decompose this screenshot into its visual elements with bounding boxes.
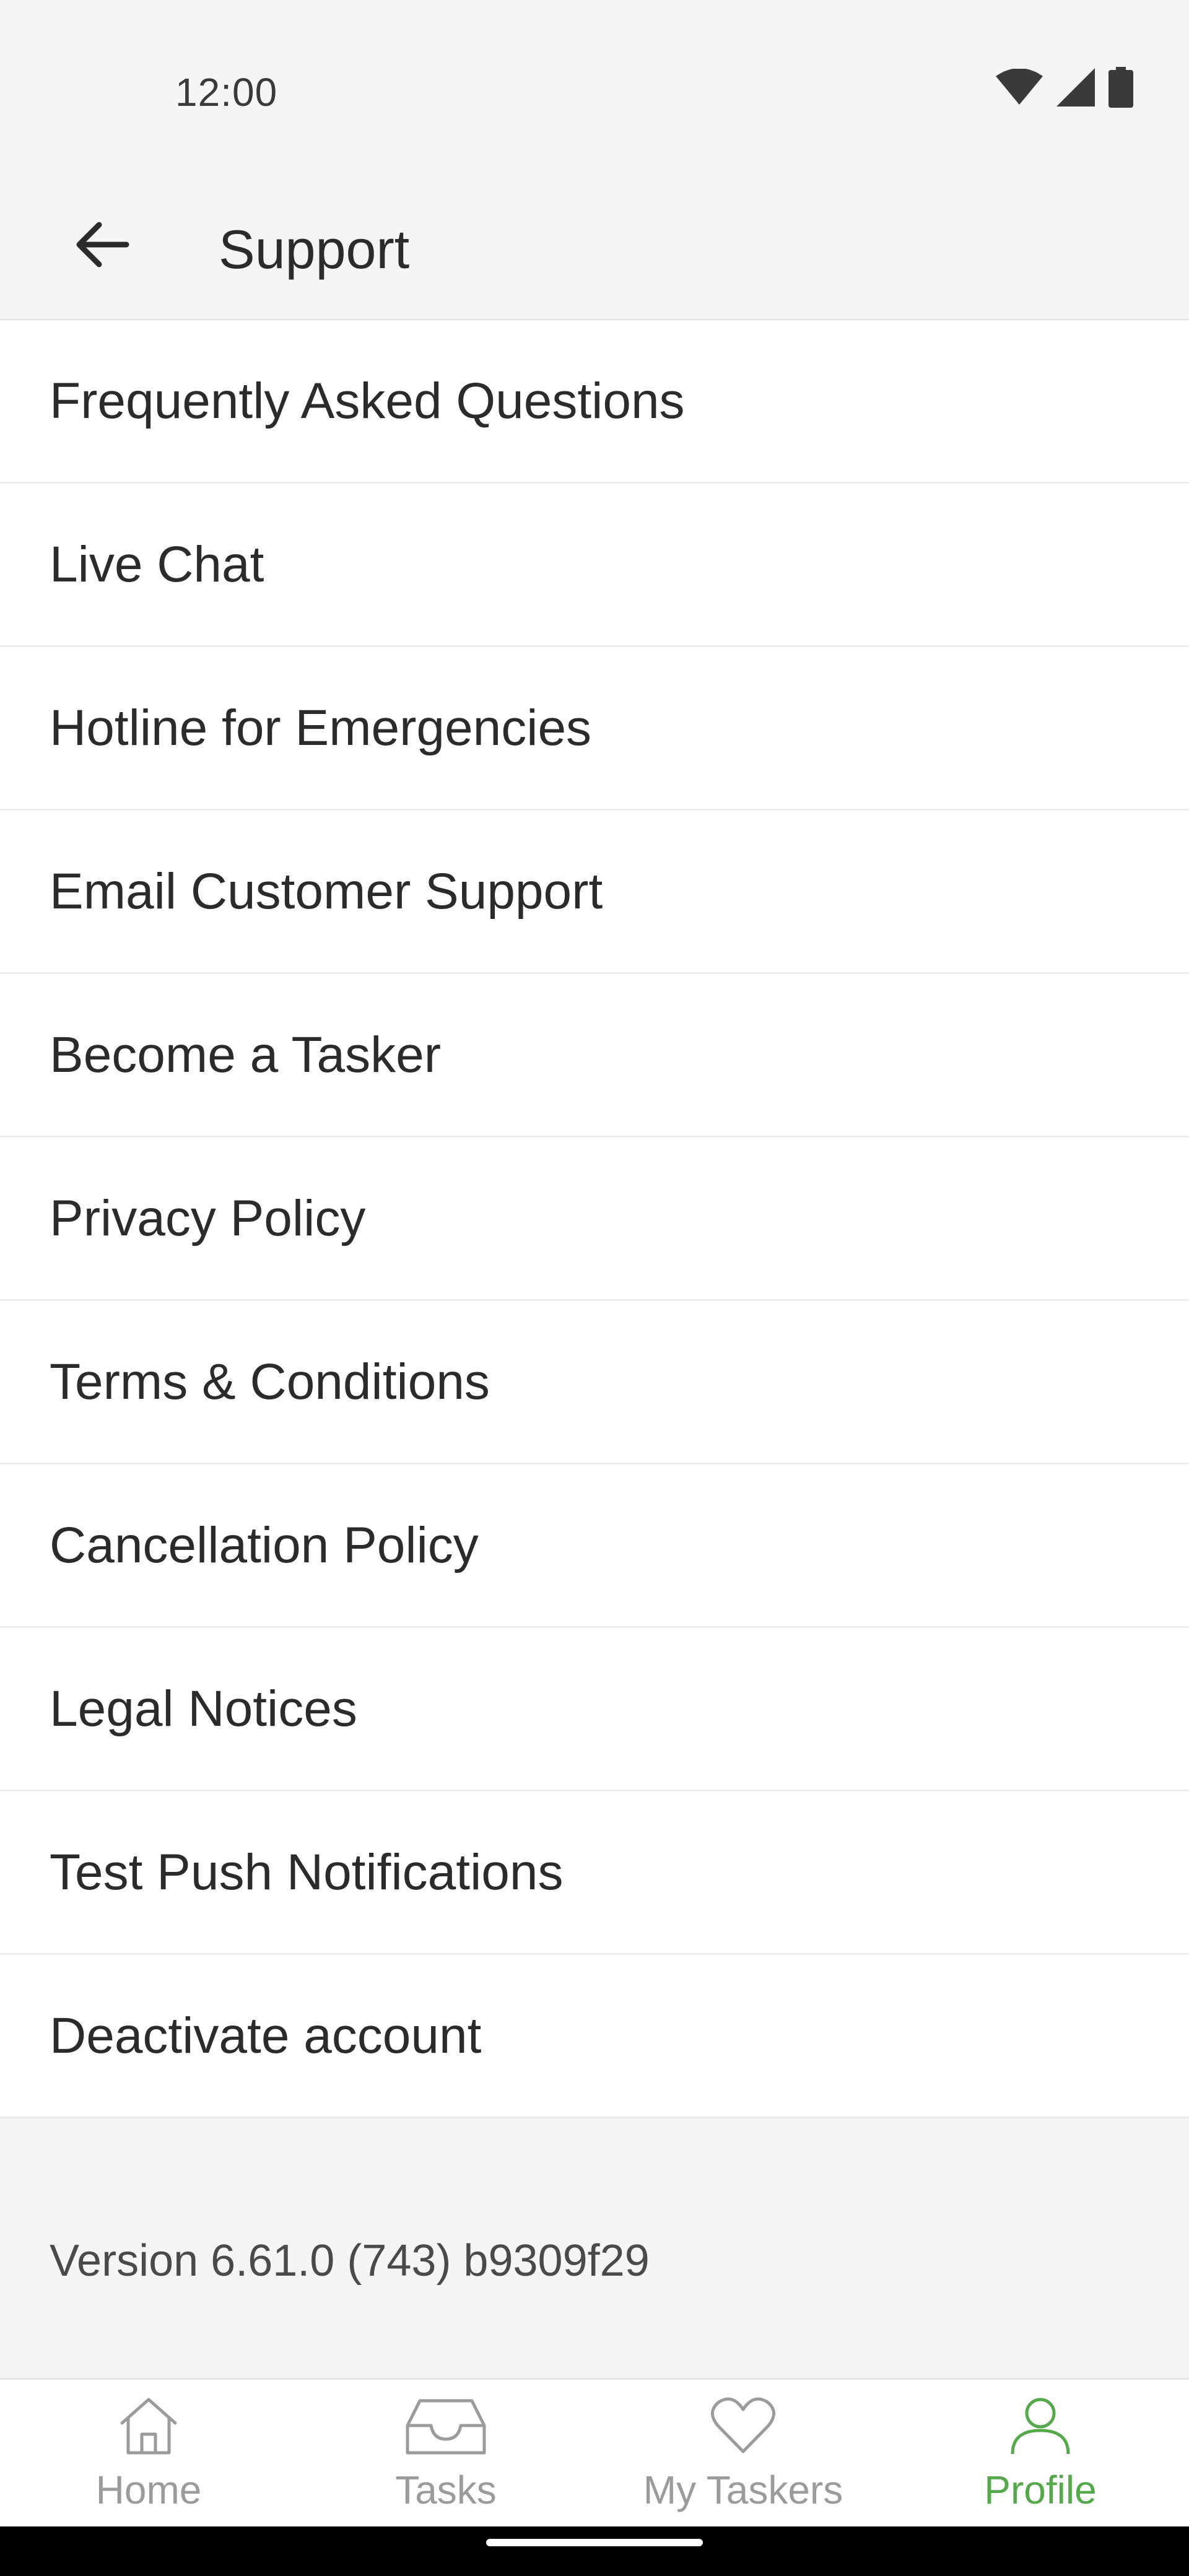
system-gesture-bar <box>0 2526 1189 2576</box>
back-button[interactable] <box>62 206 142 286</box>
menu-item-email-support[interactable]: Email Customer Support <box>0 811 1189 974</box>
nav-label-tasks: Tasks <box>395 2468 497 2512</box>
nav-label-profile: Profile <box>984 2468 1097 2512</box>
heart-icon <box>709 2395 777 2460</box>
bottom-nav: Home Tasks My Taskers Profile <box>0 2378 1189 2528</box>
status-bar: 12:00 <box>0 0 1189 180</box>
menu-item-cancellation-policy[interactable]: Cancellation Policy <box>0 1464 1189 1628</box>
menu-item-legal-notices[interactable]: Legal Notices <box>0 1628 1189 1791</box>
nav-item-my-taskers[interactable]: My Taskers <box>594 2380 892 2528</box>
status-time: 12:00 <box>175 70 278 115</box>
signal-icon <box>1056 67 1095 110</box>
menu-item-deactivate-account[interactable]: Deactivate account <box>0 1955 1189 2118</box>
page-title: Support <box>219 218 410 280</box>
nav-item-profile[interactable]: Profile <box>892 2380 1189 2528</box>
arrow-left-icon <box>74 220 130 272</box>
menu-item-become-tasker[interactable]: Become a Tasker <box>0 974 1189 1138</box>
support-menu-list: Frequently Asked Questions Live Chat Hot… <box>0 320 1189 2118</box>
version-text: Version 6.61.0 (743) b9309f29 <box>50 2236 650 2286</box>
battery-icon <box>1108 66 1133 111</box>
nav-item-home[interactable]: Home <box>0 2380 297 2528</box>
nav-item-tasks[interactable]: Tasks <box>297 2380 594 2528</box>
menu-item-faq[interactable]: Frequently Asked Questions <box>0 320 1189 484</box>
status-icons <box>996 66 1133 111</box>
menu-item-emergency-hotline[interactable]: Hotline for Emergencies <box>0 647 1189 811</box>
home-gesture-handle[interactable] <box>486 2539 703 2546</box>
inbox-icon <box>403 2395 489 2460</box>
person-icon <box>1006 2395 1074 2460</box>
menu-item-privacy-policy[interactable]: Privacy Policy <box>0 1138 1189 1301</box>
app-bar: Support <box>0 180 1189 320</box>
wifi-icon <box>996 67 1043 109</box>
menu-item-test-push[interactable]: Test Push Notifications <box>0 1791 1189 1955</box>
menu-item-terms[interactable]: Terms & Conditions <box>0 1301 1189 1464</box>
nav-label-my-taskers: My Taskers <box>643 2468 843 2512</box>
nav-label-home: Home <box>95 2468 202 2512</box>
menu-item-live-chat[interactable]: Live Chat <box>0 484 1189 647</box>
home-icon <box>115 2395 183 2460</box>
